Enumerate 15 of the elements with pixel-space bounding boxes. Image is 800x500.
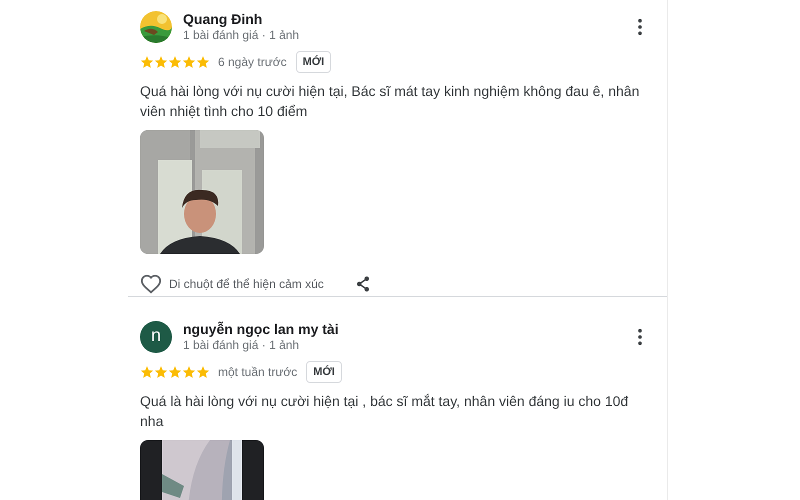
- review-text: Quá hài lòng với nụ cười hiện tại, Bác sĩ mát tay kinh nghiệm không đau ê, nhân viên nhiệt tình cho 10 điểm: [140, 82, 640, 121]
- reviewer-stats: 1 bài đánh giá · 1 ảnh: [183, 28, 300, 43]
- review-text: Quá là hài lòng với nụ cười hiện tại , bác sĩ mắt tay, nhân viên đáng iu cho 10đ nha: [140, 392, 630, 431]
- avatar: n: [140, 320, 172, 352]
- more-options-icon[interactable]: [637, 328, 643, 346]
- review-date: một tuần trước: [218, 365, 298, 379]
- reaction-hint: Di chuột để thể hiện cảm xúc: [169, 277, 324, 291]
- new-badge: MỚI: [306, 361, 342, 383]
- reviewer-stats: 1 bài đánh giá · 1 ảnh: [183, 338, 300, 353]
- review-date: 6 ngày trước: [218, 55, 287, 69]
- heart-icon[interactable]: [140, 273, 162, 295]
- more-options-icon[interactable]: [637, 18, 643, 36]
- new-badge: MỚI: [296, 51, 332, 73]
- reviewer-name[interactable]: nguyễn ngọc lan my tài: [183, 320, 637, 338]
- reviewer-name[interactable]: Quang Đinh: [183, 10, 637, 28]
